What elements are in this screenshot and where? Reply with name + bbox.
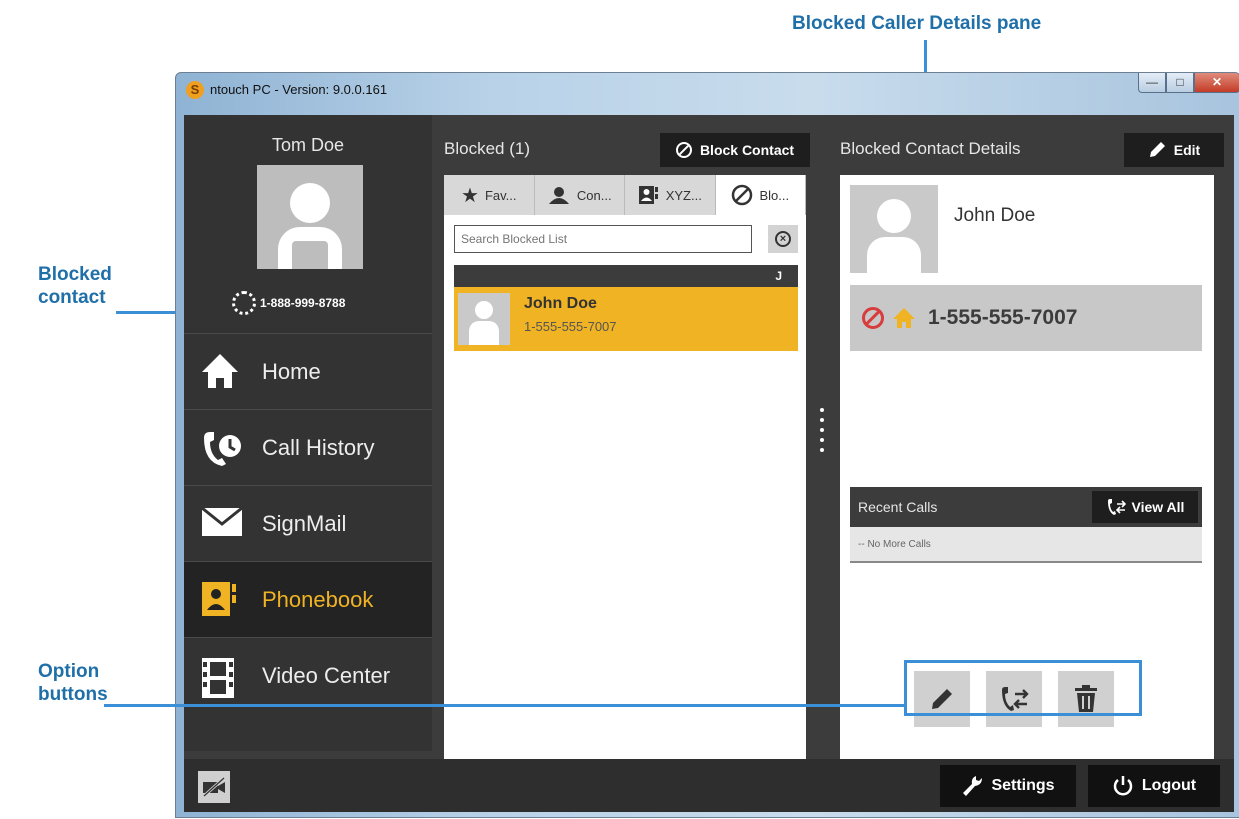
option-buttons-callout-line [104,704,904,707]
contacts-icon [548,187,569,204]
edit-button[interactable]: Edit [1124,133,1224,167]
nav-label-video-center: Video Center [262,662,391,688]
user-avatar[interactable] [257,165,363,269]
tab-favorites[interactable]: ★ Fav... [444,175,535,215]
blocked-list-area: ★ Fav... Con... XYZ... Blo... Search Blo… [444,175,806,811]
user-phone: 1-888-999-8788 [260,296,346,310]
nav-label-home: Home [262,358,321,384]
video-privacy-button[interactable] [198,771,230,803]
search-input[interactable] [454,225,752,253]
pencil-icon [1149,142,1165,157]
nav-label-signmail: SignMail [262,510,347,536]
block-contact-label: Block Contact [699,142,795,158]
video-off-icon [202,777,226,797]
ring-status-icon [232,291,256,315]
clear-icon: × [775,231,791,247]
clear-search-button[interactable]: × [768,225,798,253]
details-phone-row[interactable]: 1-555-555-7007 [850,285,1202,351]
tab-xyz[interactable]: XYZ... [625,175,716,215]
film-icon [200,656,244,698]
blocked-contact-callout: Blocked contact [38,263,112,309]
blocked-list-panel: Blocked (1) Block Contact ★ Fav... Con..… [434,129,810,811]
phonebook-icon [200,580,244,620]
envelope-icon [200,504,244,544]
bottom-bar: Settings Logout [184,759,1234,812]
recent-calls-header: Recent Calls View All [850,487,1202,527]
close-button[interactable]: ✕ [1194,73,1239,93]
minimize-button[interactable]: — [1138,73,1166,93]
window-title: ntouch PC - Version: 9.0.0.161 [210,82,388,97]
contact-name: John Doe [524,295,597,312]
nav-item-video-center[interactable]: Video Center [184,637,432,713]
view-all-label: View All [1131,499,1185,515]
contact-phone: 1-555-555-7007 [524,319,617,334]
tab-contacts-label: Con... [576,187,612,203]
sidebar: Tom Doe 1-888-999-8788 Home Call History… [184,115,432,751]
settings-button[interactable]: Settings [940,765,1076,807]
tab-xyz-label: XYZ... [665,187,702,203]
phonebook-icon [638,186,658,204]
block-contact-button[interactable]: Block Contact [660,133,810,167]
blocked-list-title: Blocked (1) [444,139,530,158]
power-icon [1113,776,1133,796]
view-all-button[interactable]: View All [1092,491,1198,523]
maximize-button[interactable]: □ [1166,73,1194,93]
title-bar: S ntouch PC - Version: 9.0.0.161 — □ ✕ [176,73,1239,113]
phonebook-tabs: ★ Fav... Con... XYZ... Blo... [444,175,806,215]
tab-favorites-label: Fav... [484,187,517,203]
option-buttons-callout: Option buttons [38,660,108,706]
details-phone: 1-555-555-7007 [928,306,1078,329]
home-icon [200,352,244,392]
nav-label-phonebook: Phonebook [262,586,374,612]
user-phone-row: 1-888-999-8788 [232,291,345,315]
block-icon [732,184,753,206]
avatar [458,293,510,345]
window-controls: — □ ✕ [1138,73,1239,93]
logout-button[interactable]: Logout [1088,765,1220,807]
nav-item-phonebook[interactable]: Phonebook [184,561,432,637]
details-title: Blocked Contact Details [840,139,1021,158]
nav-label-call-history: Call History [262,434,375,460]
option-buttons-callout-line2: buttons [38,684,108,705]
home-icon [893,308,915,328]
tab-blocked[interactable]: Blo... [715,175,806,215]
recent-calls-title: Recent Calls [858,499,938,515]
block-icon [675,142,692,158]
nav-item-home[interactable]: Home [184,333,432,409]
nav-item-signmail[interactable]: SignMail [184,485,432,561]
star-icon: ★ [461,184,479,207]
blocked-contact-callout-line1: Blocked [38,264,112,285]
ntouch-logo-icon: S [186,81,204,99]
search-row: × [454,225,798,255]
option-buttons-highlight [904,660,1142,716]
avatar [850,185,938,273]
tab-contacts[interactable]: Con... [535,175,625,215]
nav-item-call-history[interactable]: Call History [184,409,432,485]
details-name: John Doe [954,205,1036,226]
option-buttons-callout-line1: Option [38,661,100,682]
details-pane-callout: Blocked Caller Details pane [792,13,1042,34]
settings-label: Settings [991,777,1055,794]
group-letter-header: J [454,265,798,287]
call-history-icon [200,428,244,468]
logout-label: Logout [1141,777,1197,794]
wrench-icon [963,776,983,796]
blocked-status-icon [862,307,884,329]
tab-blocked-label: Blo... [759,187,790,203]
no-calls-text: -- No More Calls [850,527,1202,563]
main-nav: Home Call History SignMail Phonebook Vid… [184,333,432,713]
call-swap-icon [1107,499,1126,515]
blocked-contact-callout-line2: contact [38,287,106,308]
edit-label: Edit [1173,142,1201,158]
pane-resize-handle[interactable] [820,408,826,458]
user-name: Tom Doe [271,135,345,155]
list-item[interactable]: John Doe 1-555-555-7007 [454,287,798,351]
